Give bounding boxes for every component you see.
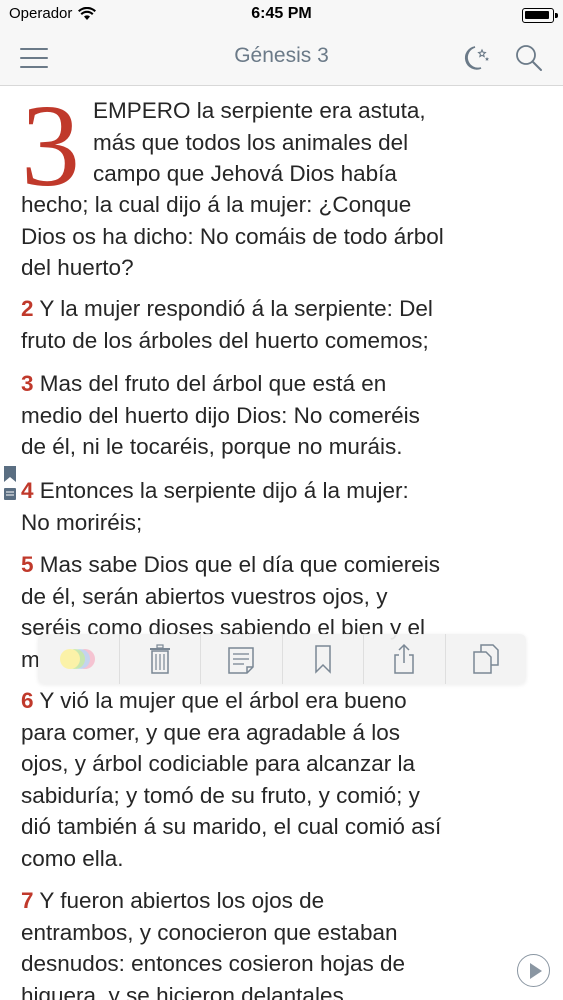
add-note-button[interactable] — [201, 634, 283, 684]
highlight-color-button[interactable] — [38, 634, 120, 684]
verse-line: como ella. — [21, 845, 124, 871]
verse-line: 7 Y fueron abiertos los ojos de — [15, 885, 554, 917]
nav-bar: Génesis 3 — [0, 30, 563, 86]
verse-1-text-first: EMPERO la serpiente era astuta, más que … — [93, 95, 426, 190]
verse-line: desnudos: entonces cosieron hojas de — [15, 948, 554, 980]
verse-line: de él, ni le tocaréis, porque no muráis. — [15, 431, 554, 463]
verse-action-toolbar — [38, 634, 526, 684]
note-icon — [228, 647, 254, 674]
verse-line: EMPERO la serpiente era astuta, — [93, 98, 426, 123]
verse-line: Dios os ha dicho: No comáis de todo árbo… — [21, 223, 444, 249]
verse-line: de él, serán abiertos vuestros ojos, y — [21, 583, 388, 609]
night-mode-icon[interactable] — [462, 42, 492, 72]
status-bar: Operador 6:45 PM — [0, 0, 563, 30]
copy-button[interactable] — [446, 634, 527, 684]
copy-icon — [473, 644, 499, 674]
note-marker-icon[interactable] — [4, 488, 16, 500]
status-time: 6:45 PM — [251, 5, 312, 22]
bookmark-icon — [315, 645, 331, 674]
verse-line: higuera, y se hicieron delantales. — [15, 980, 554, 1000]
bookmark-button[interactable] — [283, 634, 364, 684]
chapter-drop-cap: 3 — [21, 87, 80, 211]
delete-button[interactable] — [120, 634, 201, 684]
verse-line: entrambos, y conocieron que estaban — [15, 917, 554, 949]
verse-number: 6 — [21, 688, 34, 713]
verse-line: dió también á su marido, el cual comió a… — [21, 814, 442, 839]
verse-number: 3 — [21, 371, 34, 396]
verse-line: No moriréis; — [21, 509, 143, 535]
verse-number: 2 — [21, 296, 34, 321]
share-icon — [394, 643, 414, 674]
verse-line: 2 Y la mujer respondió á la serpiente: D… — [21, 296, 433, 321]
search-icon[interactable] — [514, 43, 544, 73]
verse-3[interactable]: 3 Mas del fruto del árbol que está en me… — [15, 368, 554, 463]
verse-number: 4 — [21, 478, 34, 503]
verse-7[interactable]: 7 Y fueron abiertos los ojos de entrambo… — [15, 885, 554, 1000]
verse-line: ojos, y árbol codiciable para alcanzar l… — [21, 751, 415, 776]
verse-line: campo que Jehová Dios había — [93, 161, 397, 186]
verse-line: sabiduría; y tomó de su fruto, y comió; … — [21, 782, 420, 808]
verse-line: del huerto? — [21, 255, 134, 280]
verse-line: para comer, y que era agradable á los — [21, 719, 400, 745]
verse-line: 6 Y vió la mujer que el árbol era bueno — [21, 688, 407, 713]
verse-number: 7 — [21, 888, 34, 913]
trash-icon — [149, 644, 170, 674]
audio-play-button[interactable] — [517, 954, 550, 987]
verse-line: 5 Mas sabe Dios que el día que comiereis — [21, 552, 440, 577]
verse-6[interactable]: 6 Y vió la mujer que el árbol era bueno … — [21, 685, 546, 874]
battery-icon — [522, 8, 558, 23]
color-dots-icon — [60, 649, 96, 669]
chapter-content[interactable]: 3 EMPERO la serpiente era astuta, más qu… — [0, 87, 563, 1000]
verse-line: medio del huerto dijo Dios: No comeréis — [15, 400, 554, 432]
verse-2[interactable]: 2 Y la mujer respondió á la serpiente: D… — [21, 293, 546, 356]
bookmark-marker-icon[interactable] — [4, 466, 16, 482]
verse-line: fruto de los árboles del huerto comemos; — [21, 327, 429, 353]
verse-4[interactable]: 4 Entonces la serpiente dijo á la mujer:… — [21, 475, 546, 538]
verse-line: hecho; la cual dijo á la mujer: ¿Conque — [21, 192, 412, 217]
verse-line: 3 Mas del fruto del árbol que está en — [15, 368, 554, 400]
verse-1-text-rest: hecho; la cual dijo á la mujer: ¿Conque … — [21, 189, 444, 284]
verse-line: 4 Entonces la serpiente dijo á la mujer: — [21, 478, 409, 503]
verse-line: más que todos los animales del — [93, 129, 409, 155]
verse-number: 5 — [21, 552, 34, 577]
share-button[interactable] — [364, 634, 446, 684]
